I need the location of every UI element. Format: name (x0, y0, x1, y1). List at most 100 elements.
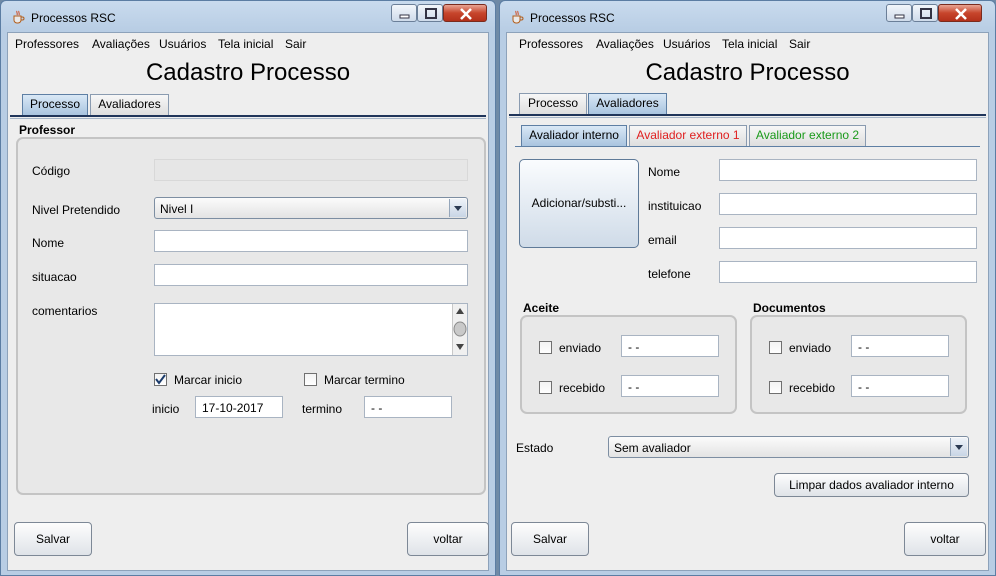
aceite-recebido-checkbox[interactable] (539, 381, 552, 394)
nome-input[interactable] (719, 159, 977, 181)
close-button[interactable] (443, 4, 487, 22)
minimize-button[interactable] (391, 4, 417, 22)
adicionar-button-label: Adicionar/substi... (531, 196, 627, 210)
email-input[interactable] (719, 227, 977, 249)
title-bar[interactable]: Processos RSC (500, 1, 995, 31)
comentarios-label: comentarios (32, 304, 98, 318)
aceite-enviado-date[interactable]: - - (621, 335, 719, 357)
documentos-recebido-checkbox[interactable] (769, 381, 782, 394)
instituicao-input[interactable] (719, 193, 977, 215)
title-bar[interactable]: Processos RSC (1, 1, 495, 31)
scroll-up-icon (456, 308, 464, 314)
subtab-avaliador-externo-1[interactable]: Avaliador externo 1 (629, 125, 747, 146)
maximize-button[interactable] (417, 4, 443, 22)
tab-avaliadores[interactable]: Avaliadores (90, 94, 169, 115)
nome-label: Nome (648, 165, 681, 179)
window-title: Processos RSC (31, 11, 116, 25)
menu-professores[interactable]: Professores (519, 37, 583, 51)
scroll-thumb (453, 321, 467, 337)
tab-divider (509, 114, 986, 116)
marcar-termino-label[interactable]: Marcar termino (324, 373, 405, 387)
menu-tela-inicial[interactable]: Tela inicial (722, 37, 777, 51)
nivel-selected-value: Nivel I (160, 202, 194, 216)
salvar-button[interactable]: Salvar (511, 522, 589, 556)
page-title: Cadastro Processo (145, 59, 351, 86)
estado-select[interactable]: Sem avaliador (608, 436, 969, 458)
menu-tela-inicial[interactable]: Tela inicial (218, 37, 273, 51)
tab-processo[interactable]: Processo (519, 93, 587, 114)
termino-date-input[interactable]: - - (364, 396, 452, 418)
menu-professores[interactable]: Professores (15, 37, 79, 51)
documentos-enviado-checkbox[interactable] (769, 341, 782, 354)
marcar-termino-checkbox[interactable] (304, 373, 317, 386)
tab-divider (10, 115, 486, 117)
voltar-button[interactable]: voltar (904, 522, 986, 556)
maximize-button[interactable] (912, 4, 938, 22)
documentos-panel: enviado - - recebido - - (750, 315, 967, 414)
menu-sair[interactable]: Sair (285, 37, 306, 51)
menu-avaliacoes[interactable]: Avaliações (596, 37, 654, 51)
comentarios-textarea[interactable] (154, 303, 468, 356)
nome-input[interactable] (154, 230, 468, 252)
codigo-label: Código (32, 164, 71, 178)
tab-divider-shadow (509, 117, 986, 118)
documentos-enviado-date[interactable]: - - (851, 335, 949, 357)
limpar-dados-button[interactable]: Limpar dados avaliador interno (774, 473, 969, 497)
maximize-icon (425, 8, 437, 19)
documentos-recebido-value: - - (858, 380, 870, 394)
documentos-recebido-date[interactable]: - - (851, 375, 949, 397)
professor-panel: Código Nivel Pretendido Nivel I Nome sit… (16, 137, 486, 495)
termino-value: - - (371, 401, 383, 415)
tab-avaliadores[interactable]: Avaliadores (588, 93, 667, 114)
documentos-enviado-label[interactable]: enviado (789, 341, 831, 355)
documentos-recebido-label[interactable]: recebido (789, 381, 835, 395)
window-content: Professores Avaliações Usuários Tela ini… (7, 32, 489, 571)
aceite-enviado-checkbox[interactable] (539, 341, 552, 354)
comentarios-scrollbar[interactable] (452, 304, 467, 355)
subtab-avaliador-externo-2[interactable]: Avaliador externo 2 (749, 125, 866, 146)
menu-usuarios[interactable]: Usuários (159, 37, 206, 51)
voltar-button[interactable]: voltar (407, 522, 489, 556)
nivel-select[interactable]: Nivel I (154, 197, 468, 219)
checkmark-icon (155, 374, 166, 385)
chevron-down-icon[interactable] (449, 199, 466, 217)
telefone-input[interactable] (719, 261, 977, 283)
aceite-enviado-label[interactable]: enviado (559, 341, 601, 355)
menu-usuarios[interactable]: Usuários (663, 37, 710, 51)
aceite-recebido-label[interactable]: recebido (559, 381, 605, 395)
tab-processo[interactable]: Processo (22, 94, 88, 115)
section-title-professor: Professor (19, 123, 76, 137)
maximize-icon (920, 8, 932, 19)
inicio-value: 17-10-2017 (202, 401, 264, 415)
inicio-label: inicio (152, 402, 180, 416)
tab-divider-shadow (10, 118, 486, 119)
situacao-input[interactable] (154, 264, 468, 286)
scroll-down-icon (456, 344, 464, 350)
aceite-panel: enviado - - recebido - - (520, 315, 737, 414)
marcar-inicio-checkbox[interactable] (154, 373, 167, 386)
nivel-label: Nivel Pretendido (32, 203, 121, 217)
voltar-button-label: voltar (930, 532, 960, 546)
subtab-divider (515, 146, 980, 147)
window-avaliadores: Processos RSC Professores Avaliações Usu… (499, 0, 996, 576)
minimize-button[interactable] (886, 4, 912, 22)
chevron-down-icon[interactable] (950, 438, 967, 456)
minimize-icon (894, 14, 905, 19)
menu-bar: Professores Avaliações Usuários Tela ini… (507, 33, 988, 53)
marcar-inicio-label[interactable]: Marcar inicio (174, 373, 242, 387)
close-icon (955, 8, 967, 20)
email-label: email (648, 233, 677, 247)
aceite-recebido-value: - - (628, 380, 640, 394)
subtab-avaliador-interno[interactable]: Avaliador interno (521, 125, 627, 146)
aceite-recebido-date[interactable]: - - (621, 375, 719, 397)
close-button[interactable] (938, 4, 982, 22)
aceite-title: Aceite (523, 301, 560, 315)
adicionar-substituir-button[interactable]: Adicionar/substi... (519, 159, 639, 248)
aceite-enviado-value: - - (628, 340, 640, 354)
salvar-button[interactable]: Salvar (14, 522, 92, 556)
menu-avaliacoes[interactable]: Avaliações (92, 37, 150, 51)
estado-label: Estado (516, 441, 554, 455)
menu-sair[interactable]: Sair (789, 37, 810, 51)
instituicao-label: instituicao (648, 199, 702, 213)
inicio-date-input[interactable]: 17-10-2017 (195, 396, 283, 418)
